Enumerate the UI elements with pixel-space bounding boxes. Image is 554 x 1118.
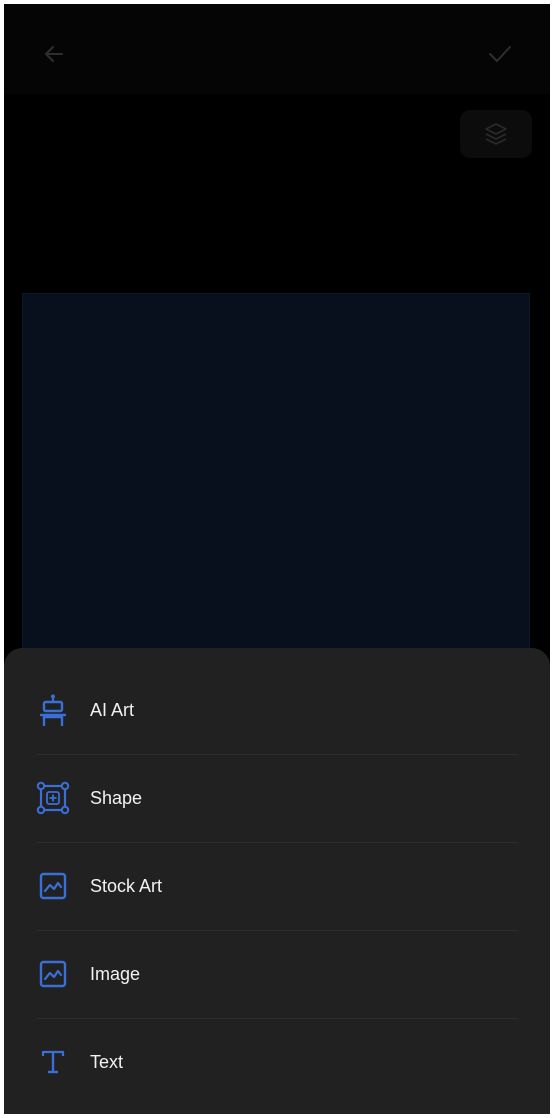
menu-item-label: Image: [90, 963, 141, 984]
menu-item-text[interactable]: Text: [36, 1018, 518, 1106]
menu-item-label: Stock Art: [90, 875, 163, 896]
editor-screen: AI Art Shape Stock Art Image Text: [4, 4, 550, 1114]
image-icon: [36, 957, 70, 991]
layers-button[interactable]: [460, 110, 532, 158]
top-bar: [4, 4, 550, 94]
robot-icon: [36, 693, 70, 727]
add-element-menu: AI Art Shape Stock Art Image Text: [36, 666, 518, 1106]
menu-item-stock-art[interactable]: Stock Art: [36, 842, 518, 930]
menu-item-image[interactable]: Image: [36, 930, 518, 1018]
layers-icon: [483, 121, 509, 147]
menu-item-ai-art[interactable]: AI Art: [36, 666, 518, 754]
add-element-sheet: AI Art Shape Stock Art Image Text: [4, 648, 550, 1114]
arrow-left-icon: [43, 43, 65, 65]
back-button[interactable]: [32, 32, 76, 76]
menu-item-label: Shape: [90, 787, 143, 808]
image-icon: [36, 869, 70, 903]
menu-item-label: AI Art: [90, 699, 135, 720]
confirm-button[interactable]: [476, 32, 524, 76]
menu-item-shape[interactable]: Shape: [36, 754, 518, 842]
shape-icon: [36, 781, 70, 815]
checkmark-icon: [488, 44, 512, 64]
text-icon: [36, 1045, 70, 1079]
design-canvas[interactable]: [22, 293, 530, 683]
menu-item-label: Text: [90, 1051, 124, 1072]
